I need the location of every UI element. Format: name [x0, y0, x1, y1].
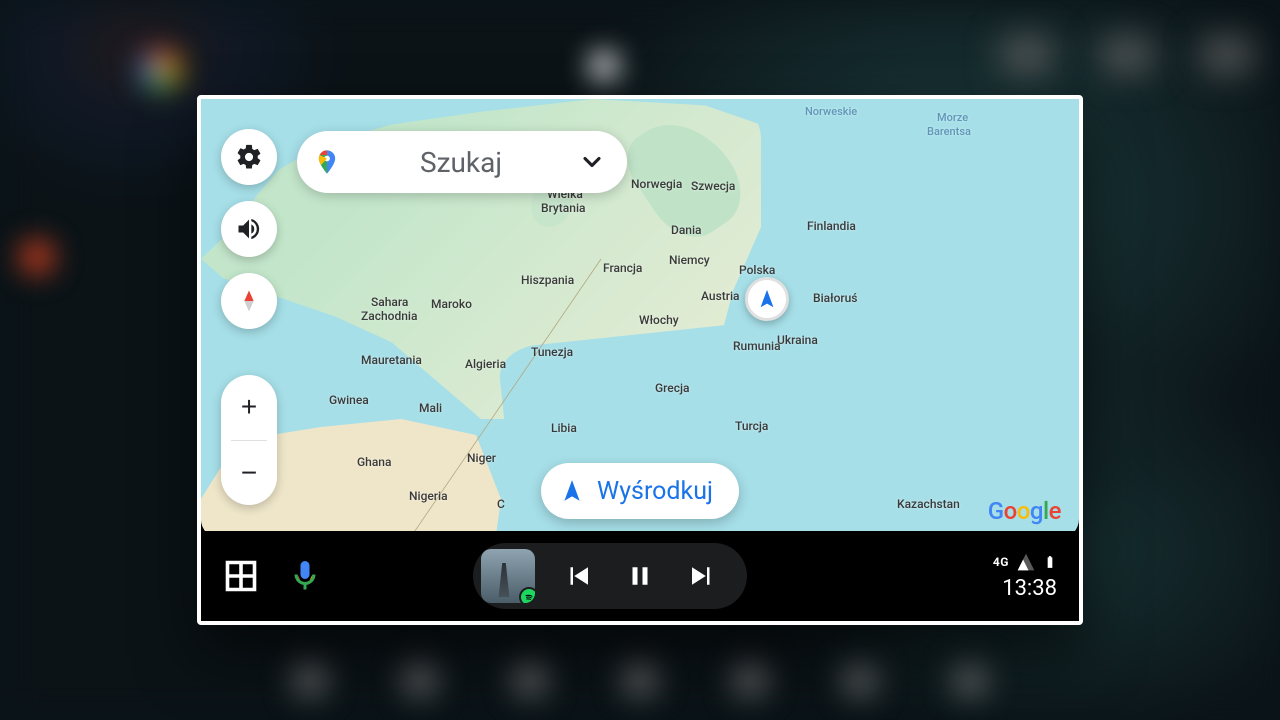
map-place-label: Francja — [603, 261, 642, 275]
map-place-label: Kazachstan — [897, 497, 960, 511]
navigation-arrow-icon — [559, 478, 585, 504]
bottom-bar: 4G 13:38 — [201, 531, 1079, 621]
map-place-label: Nigeria — [409, 489, 448, 503]
zoom-out-button[interactable]: − — [221, 441, 277, 506]
map-place-label: Włochy — [639, 313, 679, 327]
clock: 13:38 — [1002, 576, 1057, 601]
map-place-label: Norwegia — [631, 177, 682, 191]
map-place-label: Białoruś — [813, 291, 857, 305]
chevron-down-icon[interactable] — [575, 145, 609, 179]
map-canvas[interactable]: NorweskieMorzeBarentsaWielkaBrytaniaNorw… — [201, 99, 1079, 539]
map-place-label: Grecja — [655, 381, 689, 395]
search-bar[interactable]: Szukaj — [297, 131, 627, 193]
map-place-label: Hiszpania — [521, 273, 574, 287]
next-track-button[interactable] — [683, 557, 721, 595]
map-place-label: Ukraina — [777, 333, 818, 347]
map-place-label: Algieria — [465, 357, 506, 371]
signal-icon — [1015, 552, 1037, 572]
map-place-label: Ghana — [357, 455, 391, 469]
settings-button[interactable] — [221, 129, 277, 185]
current-location-marker — [745, 277, 789, 321]
map-place-label: Morze — [937, 111, 968, 124]
map-place-label: Turcja — [735, 419, 768, 433]
volume-button[interactable] — [221, 201, 277, 257]
map-place-label: Szwecja — [691, 179, 735, 193]
previous-track-button[interactable] — [559, 557, 597, 595]
google-logo: Google — [988, 497, 1061, 525]
map-place-label: Austria — [701, 289, 740, 303]
google-maps-icon — [313, 148, 341, 176]
media-control-pill — [473, 543, 747, 609]
map-place-label: Mali — [419, 401, 442, 415]
map-place-label: Libia — [551, 421, 577, 435]
search-placeholder: Szukaj — [347, 146, 575, 179]
voice-assistant-button[interactable] — [287, 558, 323, 594]
map-place-label: Maroko — [431, 297, 472, 311]
network-label: 4G — [993, 555, 1009, 569]
map-place-label: Sahara — [371, 295, 408, 309]
recenter-button[interactable]: Wyśrodkuj — [541, 463, 739, 519]
battery-icon — [1043, 552, 1057, 572]
compass-button[interactable] — [221, 273, 277, 329]
map-place-label: C — [497, 497, 505, 511]
map-place-label: Zachodnia — [361, 309, 417, 323]
recenter-label: Wyśrodkuj — [597, 477, 713, 506]
map-place-label: Niger — [467, 451, 496, 465]
map-place-label: Niemcy — [669, 253, 710, 267]
status-icons: 4G — [993, 552, 1057, 572]
map-place-label: Gwinea — [329, 393, 369, 407]
android-auto-display: NorweskieMorzeBarentsaWielkaBrytaniaNorw… — [197, 95, 1083, 625]
map-place-label: Barentsa — [927, 125, 971, 138]
map-place-label: Polska — [739, 263, 775, 277]
pause-button[interactable] — [621, 557, 659, 595]
spotify-badge-icon — [519, 587, 535, 603]
map-place-label: Norweskie — [805, 105, 857, 118]
map-place-label: Rumunia — [733, 339, 781, 353]
zoom-control: + − — [221, 375, 277, 505]
map-place-label: Finlandia — [807, 219, 856, 233]
album-art[interactable] — [481, 549, 535, 603]
zoom-in-button[interactable]: + — [221, 375, 277, 440]
app-launcher-button[interactable] — [223, 558, 259, 594]
map-place-label: Tunezja — [531, 345, 573, 359]
map-place-label: Brytania — [541, 201, 585, 215]
map-place-label: Mauretania — [361, 353, 422, 367]
map-place-label: Dania — [671, 223, 702, 237]
